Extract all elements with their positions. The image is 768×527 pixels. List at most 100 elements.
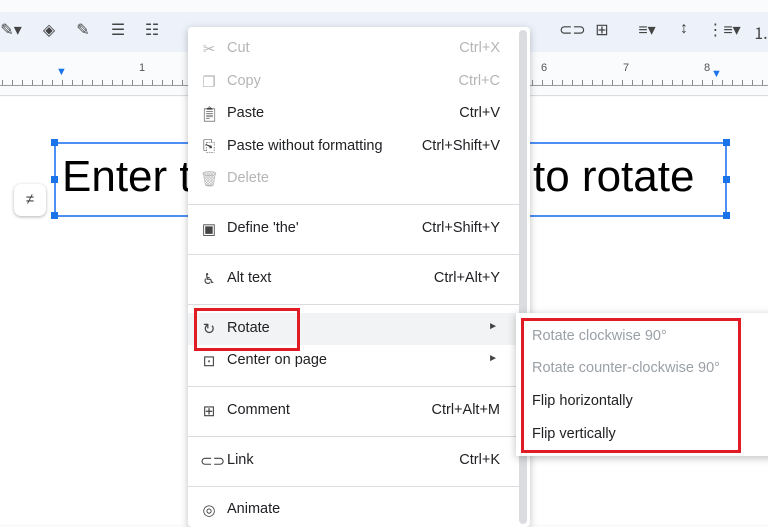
ruler-number: 8	[704, 62, 711, 74]
ruler-tick	[572, 80, 573, 85]
ruler-tick	[142, 80, 143, 85]
ruler-tick	[172, 80, 173, 85]
resize-handle[interactable]	[723, 176, 730, 183]
menu-item-define[interactable]: ▣ Define 'the' Ctrl+Shift+Y	[188, 213, 530, 245]
copy-icon: ❐	[202, 74, 216, 91]
menu-item-link[interactable]: ⊂⊃ Link Ctrl+K	[188, 445, 530, 477]
ruler-tick	[592, 80, 593, 85]
context-menu: ✂ Cut Ctrl+X ❐ Copy Ctrl+C 📋︎ Paste Ctrl+V ⎘ Pa…	[188, 27, 530, 527]
text-wrap-button[interactable]: ≠	[14, 184, 46, 216]
link-icon: ⊂⊃	[200, 453, 226, 470]
ruler-tick	[692, 80, 693, 85]
ruler-number: 7	[623, 62, 630, 74]
link-icon[interactable]: ⊂⊃	[559, 20, 586, 40]
pen-icon[interactable]: ✎▾	[0, 20, 22, 40]
resize-handle[interactable]	[723, 139, 730, 146]
ruler-tick	[12, 80, 13, 85]
divider	[188, 436, 519, 437]
ruler-tick	[82, 80, 83, 85]
ruler-tick	[722, 80, 723, 85]
ruler-tick	[102, 80, 103, 85]
center-icon: ⊡	[202, 353, 216, 370]
menu-item-copy[interactable]: ❐ Copy Ctrl+C	[188, 66, 530, 98]
accessibility-icon: ♿︎	[202, 271, 216, 288]
resize-handle[interactable]	[51, 139, 58, 146]
ruler-tick	[712, 80, 713, 85]
ruler-tick	[152, 80, 153, 85]
ruler-tick	[2, 80, 3, 85]
trash-icon: 🗑︎	[200, 171, 220, 188]
menu-item-cut[interactable]: ✂ Cut Ctrl+X	[188, 33, 530, 65]
divider	[188, 386, 519, 387]
ruler-tick	[602, 80, 603, 85]
numbered-list-icon[interactable]: ⒈	[750, 20, 768, 44]
ruler-tick	[532, 80, 533, 85]
ruler-tick	[132, 80, 133, 85]
line-spacing-icon[interactable]: ↕	[673, 20, 695, 38]
ruler-tick	[702, 80, 703, 85]
add-comment-icon[interactable]: ⊞	[591, 20, 613, 40]
ruler-tick	[762, 80, 763, 85]
submenu-arrow-icon: ►	[488, 353, 498, 364]
ruler-tick	[682, 80, 683, 85]
ruler-number: 6	[541, 62, 548, 74]
ruler-tick	[112, 80, 113, 85]
resize-handle[interactable]	[51, 212, 58, 219]
menu-item-alt-text[interactable]: ♿︎ Alt text Ctrl+Alt+Y	[188, 263, 530, 295]
border-dash-icon[interactable]: ☷	[141, 20, 163, 40]
clipboard-format-icon: ⎘	[202, 138, 215, 155]
ruler-tick	[62, 80, 63, 85]
ruler-tick	[662, 80, 663, 85]
ruler-tick	[52, 80, 53, 85]
menu-item-comment[interactable]: ⊞ Comment Ctrl+Alt+M	[188, 395, 530, 427]
menu-item-paste[interactable]: 📋︎ Paste Ctrl+V	[188, 98, 530, 130]
border-weight-icon[interactable]: ☰	[107, 20, 129, 40]
bulleted-list-icon[interactable]: ⋮≡▾	[706, 20, 742, 40]
divider	[188, 304, 519, 305]
ruler-tick	[622, 80, 623, 85]
menu-item-paste-without-formatting[interactable]: ⎘ Paste without formatting Ctrl+Shift+V	[188, 131, 530, 163]
text-box-content[interactable]: Enter t	[62, 152, 192, 202]
border-color-icon[interactable]: ✎	[72, 20, 94, 40]
ruler-tick	[122, 80, 123, 85]
text-box-content[interactable]: to rotate	[533, 152, 694, 202]
divider	[188, 254, 519, 255]
ruler-tick	[542, 80, 543, 85]
dictionary-icon: ▣	[201, 221, 217, 238]
ruler-tick	[652, 80, 653, 85]
ruler-number: 1	[139, 62, 146, 74]
right-indent-marker[interactable]: ▼	[711, 68, 722, 80]
fill-color-icon[interactable]: ◈	[38, 20, 60, 40]
resize-handle[interactable]	[723, 212, 730, 219]
menu-item-delete[interactable]: 🗑︎ Delete	[188, 163, 530, 195]
rotate-highlight-box	[194, 308, 300, 351]
menu-item-animate[interactable]: ◎ Animate	[188, 494, 530, 526]
ruler-tick	[742, 80, 743, 85]
ruler-tick	[642, 80, 643, 85]
ruler-tick	[42, 80, 43, 85]
animate-icon: ◎	[202, 502, 216, 519]
wrap-text-icon: ≠	[25, 191, 35, 208]
left-indent-marker[interactable]: ▼	[56, 66, 67, 78]
ruler-tick	[672, 80, 673, 85]
align-icon[interactable]: ≡▾	[632, 20, 662, 40]
ruler-tick	[32, 80, 33, 85]
ruler-tick	[22, 80, 23, 85]
divider	[188, 486, 519, 487]
ruler-tick	[162, 80, 163, 85]
ruler-tick	[612, 80, 613, 85]
ruler-tick	[752, 80, 753, 85]
submenu-arrow-icon: ►	[488, 321, 498, 332]
clipboard-icon: 📋︎	[200, 106, 220, 123]
ruler-tick	[562, 80, 563, 85]
resize-handle[interactable]	[51, 176, 58, 183]
ruler-tick	[182, 80, 183, 85]
divider	[188, 204, 519, 205]
submenu-highlight-box	[521, 318, 741, 453]
add-comment-icon: ⊞	[202, 403, 216, 420]
ruler-tick	[632, 80, 633, 85]
ruler-tick	[732, 80, 733, 85]
scissors-icon: ✂	[202, 41, 216, 58]
ruler-tick	[72, 80, 73, 85]
ruler-tick	[92, 80, 93, 85]
